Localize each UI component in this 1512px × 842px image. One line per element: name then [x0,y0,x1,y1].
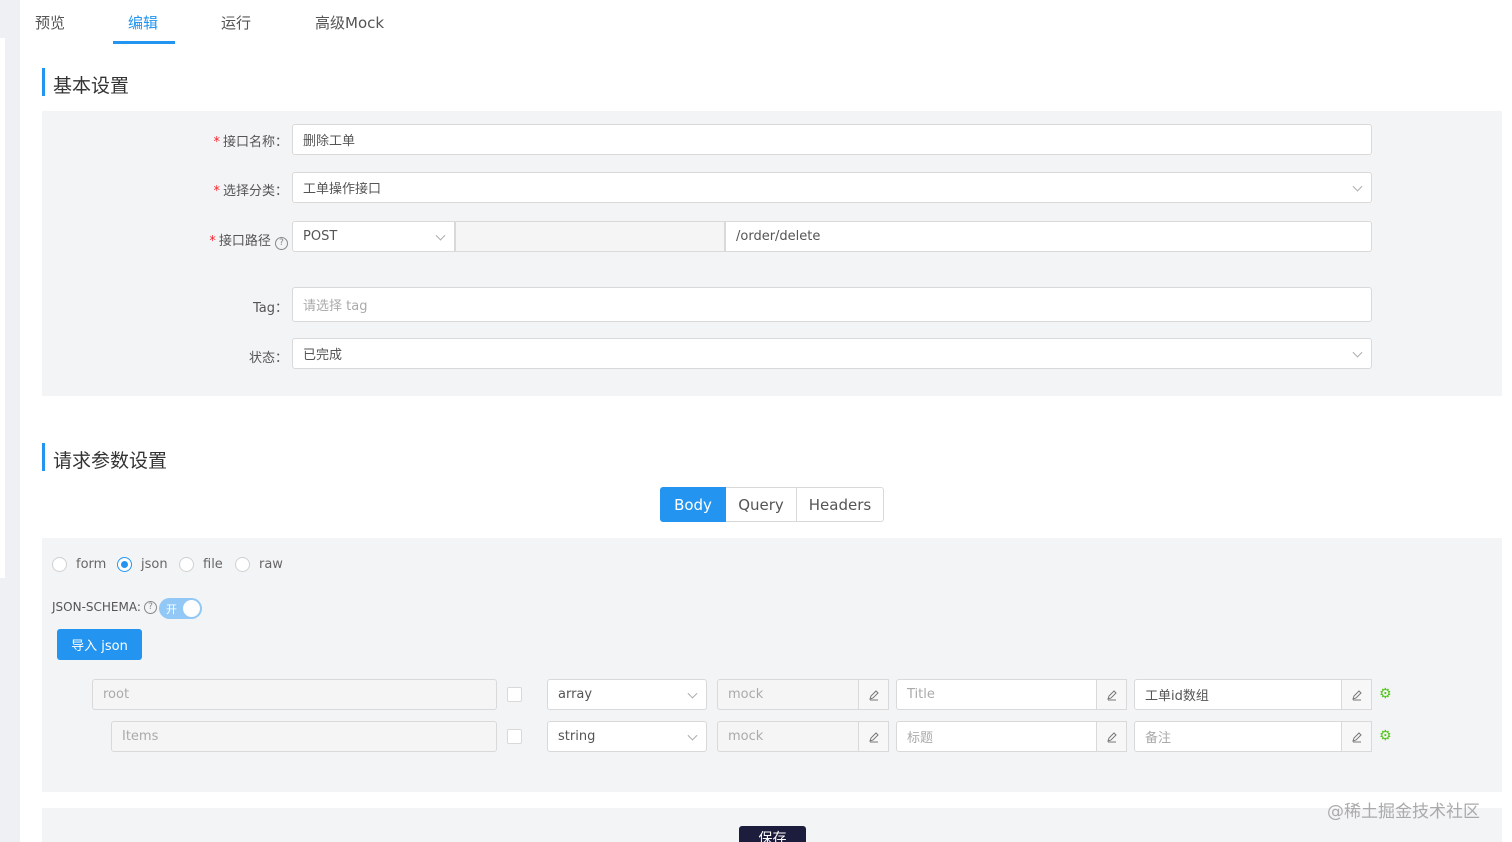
chevron-down-icon [1352,347,1363,358]
description-input[interactable]: 工单id数组 [1134,679,1342,710]
description-input[interactable]: 备注 [1134,721,1342,752]
radio-json[interactable] [117,557,132,572]
json-schema-label: JSON-SCHEMA: [52,600,141,614]
tag-label: Tag： [252,301,288,316]
radio-file-label: file [203,557,223,572]
edit-icon[interactable] [858,679,889,710]
watermark: @稀土掘金技术社区 [1327,802,1480,822]
toggle-knob [183,600,200,617]
chevron-down-icon [1352,181,1363,192]
request-body-panel [42,538,1502,792]
import-json-button[interactable]: 导入 json [57,629,142,660]
section-bar-basic [42,68,45,96]
edit-icon[interactable] [858,721,889,752]
help-icon[interactable]: ? [275,237,288,250]
type-select[interactable]: string [547,721,707,752]
radio-raw-label: raw [259,557,283,572]
name-label: * 接口名称： [213,135,288,150]
edit-icon[interactable] [1341,679,1372,710]
radio-json-label: json [141,557,168,572]
title-input[interactable]: 标题 [896,721,1097,752]
tab-preview[interactable]: 预览 [35,12,65,33]
help-icon[interactable]: ? [144,601,157,614]
method-select[interactable]: POST [292,221,455,252]
path-prefix [455,221,725,252]
path-label: * 接口路径 ? [186,230,288,250]
section-bar-request [42,443,45,471]
status-select[interactable]: 已完成 [292,338,1372,369]
required-checkbox[interactable] [507,729,522,744]
section-title-basic: 基本设置 [53,75,130,97]
json-schema-toggle[interactable]: 开 [159,598,202,619]
segment-query[interactable]: Query [726,487,797,522]
segment-body[interactable]: Body [660,487,726,522]
settings-icon[interactable]: ⚙ [1379,728,1392,744]
active-tab-indicator [113,41,175,44]
segment-headers[interactable]: Headers [797,487,884,522]
required-checkbox[interactable] [507,687,522,702]
chevron-down-icon [687,730,698,741]
tab-edit[interactable]: 编辑 [128,12,158,33]
section-title-request: 请求参数设置 [53,450,168,472]
chevron-down-icon [435,230,446,241]
settings-icon[interactable]: ⚙ [1379,686,1392,702]
tab-advanced-mock[interactable]: 高级Mock [315,12,384,33]
tag-select[interactable]: 请选择 tag [292,287,1372,322]
status-label: 状态： [248,351,288,366]
path-input[interactable]: /order/delete [725,221,1372,252]
mock-input[interactable]: mock [717,679,859,710]
edit-icon[interactable] [1096,679,1127,710]
tab-run[interactable]: 运行 [221,12,251,33]
radio-raw[interactable] [235,557,250,572]
mock-input[interactable]: mock [717,721,859,752]
field-name-root[interactable]: root [92,679,497,710]
radio-file[interactable] [179,557,194,572]
radio-form-label: form [76,557,107,572]
category-select[interactable]: 工单操作接口 [292,172,1372,203]
radio-form[interactable] [52,557,67,572]
type-select[interactable]: array [547,679,707,710]
api-name-input[interactable]: 删除工单 [292,124,1372,155]
chevron-down-icon [687,688,698,699]
edit-icon[interactable] [1096,721,1127,752]
field-name-items[interactable]: Items [111,721,497,752]
category-label: * 选择分类： [213,184,288,199]
edit-icon[interactable] [1341,721,1372,752]
toggle-text: 开 [166,603,177,616]
left-gutter-inner [0,38,5,578]
save-button[interactable]: 保存 [739,826,806,842]
title-input[interactable]: Title [896,679,1097,710]
